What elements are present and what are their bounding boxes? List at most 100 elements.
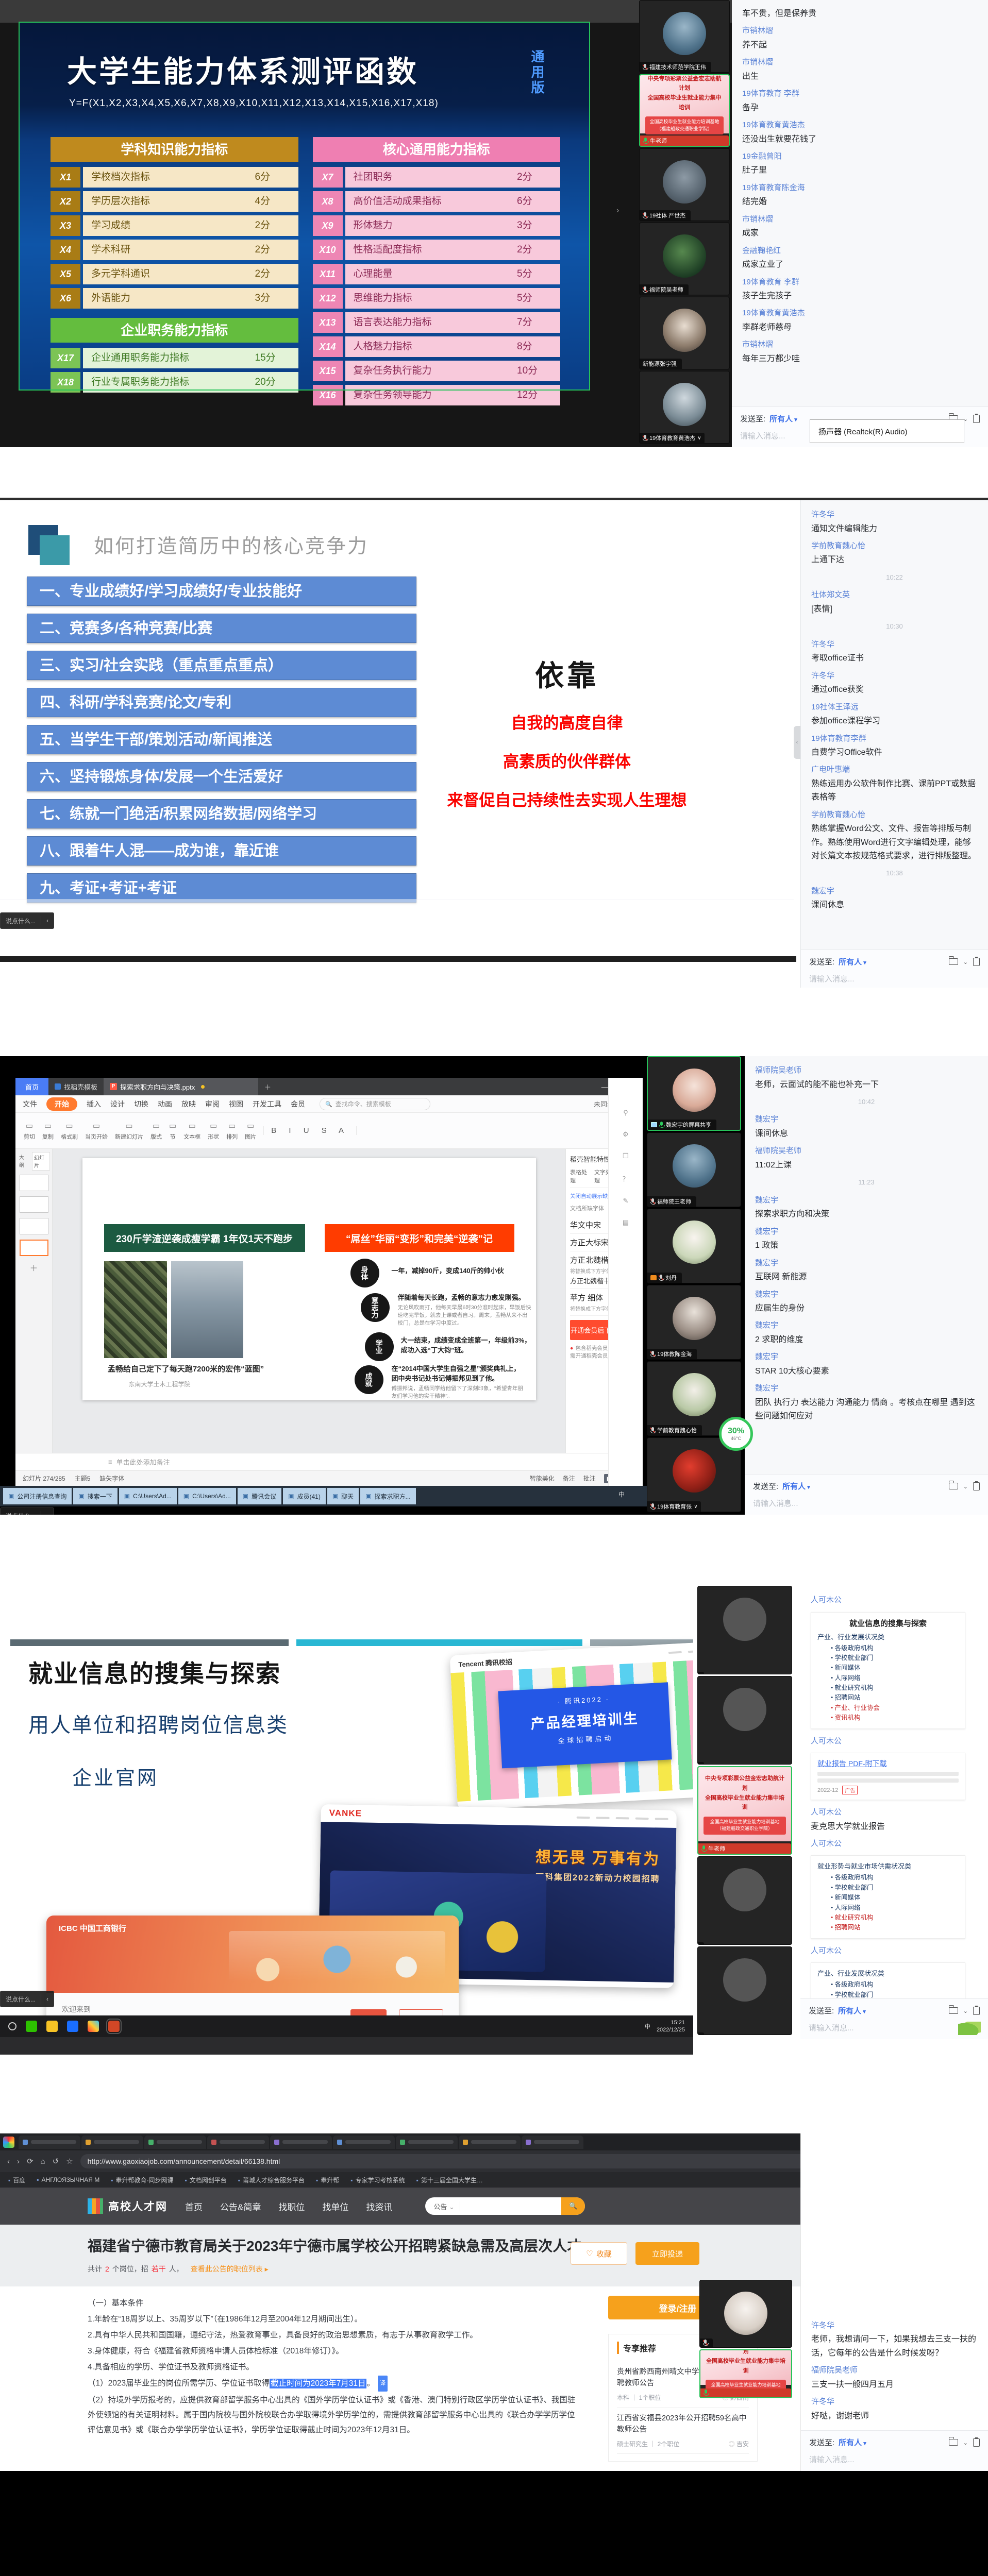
video-tile[interactable]: 福建技术师范学院王伟: [639, 0, 730, 73]
missing-font-status[interactable]: 缺失字体: [99, 1474, 124, 1483]
search-button[interactable]: 🔍: [561, 2197, 585, 2215]
file-explorer-icon[interactable]: [46, 2021, 58, 2032]
ime-indicator[interactable]: 中: [645, 2022, 650, 2030]
tencent-meeting-icon[interactable]: [67, 2021, 78, 2032]
toolbar-button[interactable]: 版式: [150, 1121, 162, 1141]
browser-tab[interactable]: [459, 2136, 521, 2149]
send-to-select[interactable]: 所有人: [769, 413, 797, 424]
nav-item[interactable]: 找职位: [278, 2200, 305, 2213]
caret-icon[interactable]: [963, 957, 968, 967]
menu-item[interactable]: 放映: [181, 1099, 196, 1109]
toolbar-button[interactable]: 文本框: [183, 1121, 200, 1141]
announcement-icon[interactable]: [973, 2007, 980, 2015]
message-input[interactable]: 请输入消息...: [809, 2022, 980, 2033]
tab-document[interactable]: P探索求职方向与决策.pptx: [104, 1078, 258, 1095]
toolbar-button[interactable]: 节: [169, 1121, 176, 1141]
browser-logo[interactable]: [3, 2137, 14, 2148]
browser-tab[interactable]: [522, 2136, 583, 2149]
page-url[interactable]: http://www.gaoxiaojob.com/announcement/d…: [88, 2157, 280, 2165]
job-list-link[interactable]: 查看此公告的职位列表: [191, 2264, 269, 2274]
speedup-ball-widget[interactable]: 30%46°C: [719, 1417, 753, 1451]
powerpoint-icon[interactable]: [108, 2021, 120, 2032]
danmaku-bubble[interactable]: 说点什么...‹: [0, 1507, 54, 1515]
menu-item[interactable]: 插入: [87, 1099, 101, 1109]
video-tile[interactable]: [699, 2280, 792, 2348]
home-icon[interactable]: ⌂: [41, 2157, 45, 2166]
bookmark-item[interactable]: АНГЛОЯЗЫЧНАЯ М: [37, 2176, 99, 2183]
browser-tab[interactable]: [81, 2136, 143, 2149]
outline-tab[interactable]: 大纲: [18, 1152, 30, 1171]
chat-image-card[interactable]: 就业形势与就业市场供需状况类 • 各级政府机构 • 学校就业部门 • 新闻媒体 …: [811, 1855, 965, 1938]
video-tile[interactable]: [697, 1856, 792, 1945]
wechat-icon[interactable]: [26, 2021, 37, 2032]
video-tile[interactable]: 刘丹: [647, 1209, 741, 1283]
star-icon[interactable]: ☆: [66, 2157, 73, 2166]
video-tile[interactable]: 19社体 严世杰: [639, 148, 730, 221]
tab-home[interactable]: 首页: [15, 1078, 48, 1095]
collapse-icon[interactable]: ‹: [46, 1995, 48, 2003]
danmaku-bubble[interactable]: 说点什么...‹: [0, 912, 54, 929]
video-tile[interactable]: [697, 1676, 792, 1765]
announcement-icon[interactable]: [973, 1482, 980, 1490]
site-search[interactable]: 公告🔍: [425, 2197, 585, 2215]
add-slide-button[interactable]: ＋: [18, 1261, 50, 1274]
menu-item[interactable]: 视图: [229, 1099, 243, 1109]
send-to-select[interactable]: 所有人: [839, 2437, 866, 2448]
menu-item[interactable]: 动画: [158, 1099, 172, 1109]
taskbar-app-button[interactable]: 聊天: [327, 1488, 359, 1504]
video-tile[interactable]: 中央专项彩票公益金宏志助航计划 全国高校毕业生就业能力集中培训全国高校毕业生就业…: [639, 74, 730, 147]
folder-icon[interactable]: [949, 1483, 958, 1489]
folder-icon[interactable]: [949, 2007, 958, 2014]
taskbar-app-button[interactable]: 腾讯会议: [238, 1488, 281, 1504]
video-tile[interactable]: [697, 1946, 792, 2035]
chat-image-card[interactable]: 产业、行业发展状况类 • 各级政府机构 • 学校就业部门 • 新闻媒体 • 人际…: [811, 1962, 965, 1998]
media-app-icon[interactable]: [88, 2021, 99, 2032]
message-input[interactable]: 请输入消息...: [753, 1498, 980, 1509]
bookmark-item[interactable]: 文档网创平台: [185, 2176, 226, 2184]
nav-item[interactable]: 公告&简章: [220, 2200, 261, 2213]
menu-item[interactable]: 设计: [110, 1099, 125, 1109]
chat-link-card[interactable]: 就业报告 PDF-附下载 2022-12广告: [811, 1753, 965, 1800]
bookmark-item[interactable]: 莆城人才综合服务平台: [238, 2176, 305, 2184]
slide-thumbnail[interactable]: [20, 1175, 48, 1191]
back-icon[interactable]: ‹: [7, 2157, 10, 2166]
minimize-button[interactable]: [601, 1083, 608, 1091]
notes-bar[interactable]: 单击此处添加备注: [15, 1453, 643, 1470]
folder-icon[interactable]: [949, 958, 958, 965]
system-tray[interactable]: 中: [618, 1490, 625, 1499]
video-tile[interactable]: 新能源张宇强: [639, 297, 730, 369]
browser-tab[interactable]: [19, 2136, 80, 2149]
bookmark-item[interactable]: 第十三届全国大学生…: [416, 2176, 483, 2184]
browser-tab[interactable]: [396, 2136, 458, 2149]
send-to-select[interactable]: 所有人: [839, 956, 866, 967]
tab-template-store[interactable]: 找稻壳模板: [48, 1078, 104, 1095]
announcement-icon[interactable]: [973, 958, 980, 966]
bookmark-item[interactable]: 奉升帮教育-同步网课: [111, 2176, 173, 2184]
caret-icon[interactable]: [963, 2006, 968, 2015]
taskbar-app-button[interactable]: 探索求职方...: [360, 1488, 415, 1504]
announcement-icon[interactable]: [973, 415, 980, 423]
new-tab-button[interactable]: [258, 1078, 277, 1095]
toolbar-button[interactable]: 新建幻灯片: [115, 1121, 143, 1141]
browser-tab-active[interactable]: [207, 2136, 269, 2149]
icbc-login-button[interactable]: 登录: [350, 2009, 387, 2016]
danmaku-placeholder[interactable]: 说点什么...: [6, 917, 36, 925]
browser-tab[interactable]: [270, 2136, 332, 2149]
font-style-buttons[interactable]: B I U S A: [263, 1126, 357, 1135]
chat-image-card[interactable]: 就业信息的搜集与探索 产业、行业发展状况类 • 各级政府机构 • 学校就业部门 …: [811, 1612, 965, 1729]
toolbar-button[interactable]: 复制: [42, 1121, 54, 1141]
video-tile[interactable]: 福师院吴老师: [639, 223, 730, 295]
refresh-icon[interactable]: ⟳: [27, 2157, 34, 2166]
chevron-down-icon[interactable]: ∨: [694, 1504, 697, 1510]
toolbar-button[interactable]: 形状: [208, 1121, 219, 1141]
toolbar-button[interactable]: 格式刷: [61, 1121, 78, 1141]
nav-item[interactable]: 找资讯: [366, 2200, 392, 2213]
send-to-select[interactable]: 所有人: [838, 2005, 866, 2016]
caret-icon[interactable]: [963, 1482, 968, 1491]
taskbar-app-button[interactable]: 成员(41): [283, 1488, 326, 1504]
video-tile[interactable]: 福师院王老师: [647, 1132, 741, 1207]
taskbar-app-button[interactable]: C:\Users\Ad...: [178, 1488, 236, 1504]
video-tile[interactable]: [697, 1586, 792, 1674]
search-icon[interactable]: [8, 2022, 16, 2030]
announcement-icon[interactable]: [973, 2438, 980, 2447]
